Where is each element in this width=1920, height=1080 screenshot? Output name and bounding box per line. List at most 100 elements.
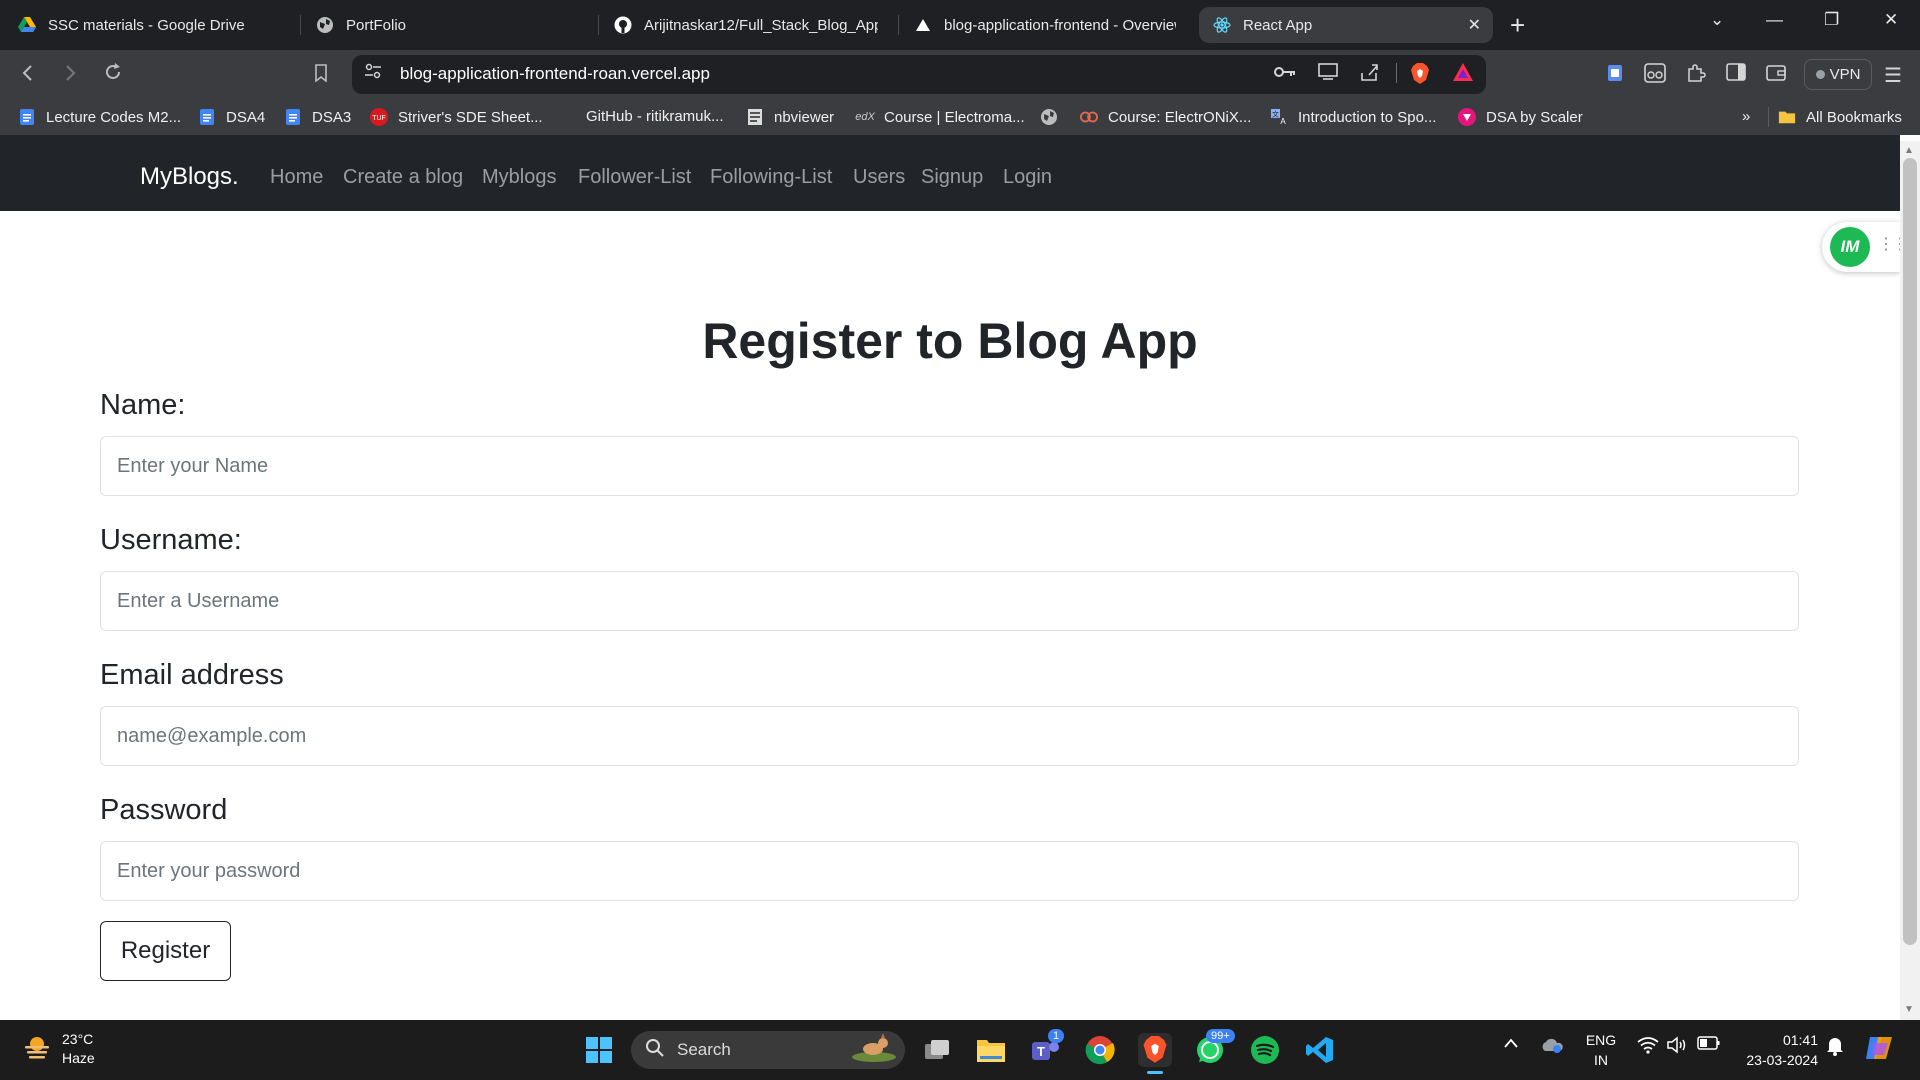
onedrive-icon[interactable]	[1540, 1036, 1564, 1059]
bookmarks-more-label: »	[1742, 108, 1751, 125]
volume-icon[interactable]	[1666, 1036, 1688, 1059]
windows-taskbar	[0, 1020, 1920, 1080]
extensions-icon[interactable]	[1686, 63, 1706, 88]
vscode-icon[interactable]	[1303, 1033, 1337, 1067]
close-tab-icon[interactable]: ✕	[1468, 15, 1481, 35]
input-language[interactable]: ENG IN	[1583, 1030, 1619, 1070]
wallet-app-icon[interactable]	[1606, 63, 1624, 88]
tab-portfolio[interactable]: PortFolio	[302, 7, 592, 43]
forward-button[interactable]	[62, 62, 78, 88]
tab-separator	[300, 15, 301, 35]
toolbar-divider	[1396, 63, 1397, 83]
minimize-button[interactable]: —	[1766, 10, 1783, 30]
close-window-button[interactable]: ✕	[1884, 10, 1898, 30]
brave-shields-icon[interactable]	[1410, 63, 1430, 90]
nav-users[interactable]: Users	[853, 166, 905, 189]
bookmark-course-electroma[interactable]: edX Course | Electroma...	[855, 108, 1024, 126]
bookmark-dsa3[interactable]: DSA3	[284, 108, 351, 126]
nav-myblogs[interactable]: Myblogs	[482, 166, 556, 189]
bookmark-label: Course: ElectrONiX...	[1108, 108, 1252, 126]
taskbar-search[interactable]: Search	[631, 1031, 905, 1069]
course-icon	[1080, 108, 1098, 126]
spotify-icon[interactable]	[1248, 1033, 1282, 1067]
password-input[interactable]	[100, 841, 1799, 901]
username-input[interactable]	[100, 571, 1799, 631]
file-explorer-icon[interactable]	[974, 1033, 1008, 1067]
reload-button[interactable]	[103, 62, 123, 88]
bookmark-dsa4[interactable]: DSA4	[198, 108, 265, 126]
globe-icon	[1040, 108, 1058, 126]
all-bookmarks-button[interactable]: All Bookmarks	[1778, 108, 1902, 126]
site-settings-icon[interactable]	[364, 63, 382, 84]
brave-taskbar-icon[interactable]	[1138, 1033, 1172, 1067]
scroll-down-arrow-icon[interactable]: ▼	[1904, 1004, 1914, 1015]
bookmarks-overflow-button[interactable]: »	[1742, 108, 1750, 125]
chrome-icon[interactable]	[1083, 1033, 1117, 1067]
email-input[interactable]	[100, 706, 1799, 766]
tab-search-chevron-icon[interactable]: ⌄	[1710, 10, 1724, 30]
wifi-icon[interactable]	[1637, 1036, 1659, 1059]
tab-google-drive[interactable]: SSC materials - Google Drive	[4, 7, 294, 43]
share-icon[interactable]	[1360, 63, 1380, 86]
scroll-up-arrow-icon[interactable]: ▲	[1904, 145, 1914, 156]
nbviewer-icon	[746, 108, 764, 126]
brave-rewards-icon[interactable]	[1453, 63, 1473, 86]
restore-button[interactable]: ❐	[1824, 10, 1839, 30]
svg-text:TUF: TUF	[372, 115, 386, 122]
notifications-bell-icon[interactable]	[1826, 1036, 1844, 1061]
weather-temp: 23°C	[62, 1031, 94, 1047]
whatsapp-badge: 99+	[1206, 1029, 1235, 1043]
site-brand[interactable]: MyBlogs.	[140, 163, 239, 191]
cast-icon[interactable]	[1318, 63, 1340, 86]
bookmark-dsa-by-scaler[interactable]: DSA by Scaler	[1458, 108, 1583, 126]
bookmark-lecture-codes[interactable]: Lecture Codes M2...	[18, 108, 181, 126]
translate-icon: 文A	[1270, 108, 1288, 126]
nav-follower-list[interactable]: Follower-List	[578, 166, 691, 189]
bookmark-globe[interactable]	[1040, 108, 1068, 126]
name-input[interactable]	[100, 436, 1799, 496]
bookmark-label: Lecture Codes M2...	[46, 108, 182, 126]
bookmark-introduction-to-spo[interactable]: 文A Introduction to Spo...	[1270, 108, 1436, 126]
back-button[interactable]	[20, 62, 36, 88]
bookmark-strivers-sde-sheet[interactable]: TUF Striver's SDE Sheet...	[370, 108, 543, 126]
bookmark-nbviewer[interactable]: nbviewer	[746, 108, 834, 126]
nav-home[interactable]: Home	[270, 166, 323, 189]
key-icon[interactable]	[1274, 63, 1296, 84]
doc-icon	[18, 108, 36, 126]
search-label: Search	[677, 1040, 731, 1059]
battery-icon[interactable]	[1697, 1036, 1721, 1055]
tab-github-repo[interactable]: Arijitnaskar12/Full_Stack_Blog_Applic	[600, 7, 892, 43]
svg-text:A: A	[1280, 117, 1286, 126]
search-highlight-icon	[851, 1032, 897, 1068]
new-tab-button[interactable]: +	[1510, 10, 1525, 41]
wallet-icon[interactable]	[1766, 63, 1786, 86]
copilot-icon[interactable]	[1864, 1033, 1896, 1068]
nav-login[interactable]: Login	[1003, 166, 1052, 189]
taskbar-clock[interactable]: 01:41 23-03-2024	[1734, 1030, 1818, 1070]
nav-signup[interactable]: Signup	[921, 166, 983, 189]
weather-widget[interactable]: 23°C Haze	[22, 1030, 95, 1068]
vpn-button[interactable]: VPN	[1804, 59, 1872, 90]
task-view-icon[interactable]	[920, 1033, 954, 1067]
tab-react-app[interactable]: React App ✕	[1199, 7, 1493, 43]
scrollbar-thumb[interactable]	[1903, 158, 1917, 945]
floating-extension-widget[interactable]: IM ⋮⋮	[1822, 222, 1908, 272]
bookmark-course-electronix[interactable]: Course: ElectrONiX...	[1080, 108, 1251, 126]
show-hidden-icons-chevron-icon[interactable]	[1503, 1036, 1519, 1054]
page-title: Register to Blog App	[702, 313, 1198, 369]
username-label: Username:	[100, 524, 242, 556]
sidebar-icon[interactable]	[1726, 63, 1746, 86]
menu-icon[interactable]: ☰	[1884, 63, 1902, 88]
weather-haze-icon	[22, 1032, 52, 1067]
tab-label: React App	[1243, 16, 1313, 34]
tab-vercel-overview[interactable]: blog-application-frontend - Overview	[900, 7, 1190, 43]
extension-logo-icon[interactable]: IM	[1830, 227, 1870, 267]
nav-create-a-blog[interactable]: Create a blog	[343, 166, 463, 189]
windows-start-icon[interactable]	[582, 1033, 616, 1067]
bookmark-github-ritikramuk[interactable]: GitHub - ritikramuk...	[586, 108, 724, 125]
bookmark-icon[interactable]	[314, 62, 328, 88]
url-text[interactable]: blog-application-frontend-roan.vercel.ap…	[400, 64, 710, 84]
reader-mode-icon[interactable]	[1644, 63, 1666, 88]
nav-following-list[interactable]: Following-List	[710, 166, 832, 189]
register-button[interactable]: Register	[100, 921, 231, 981]
